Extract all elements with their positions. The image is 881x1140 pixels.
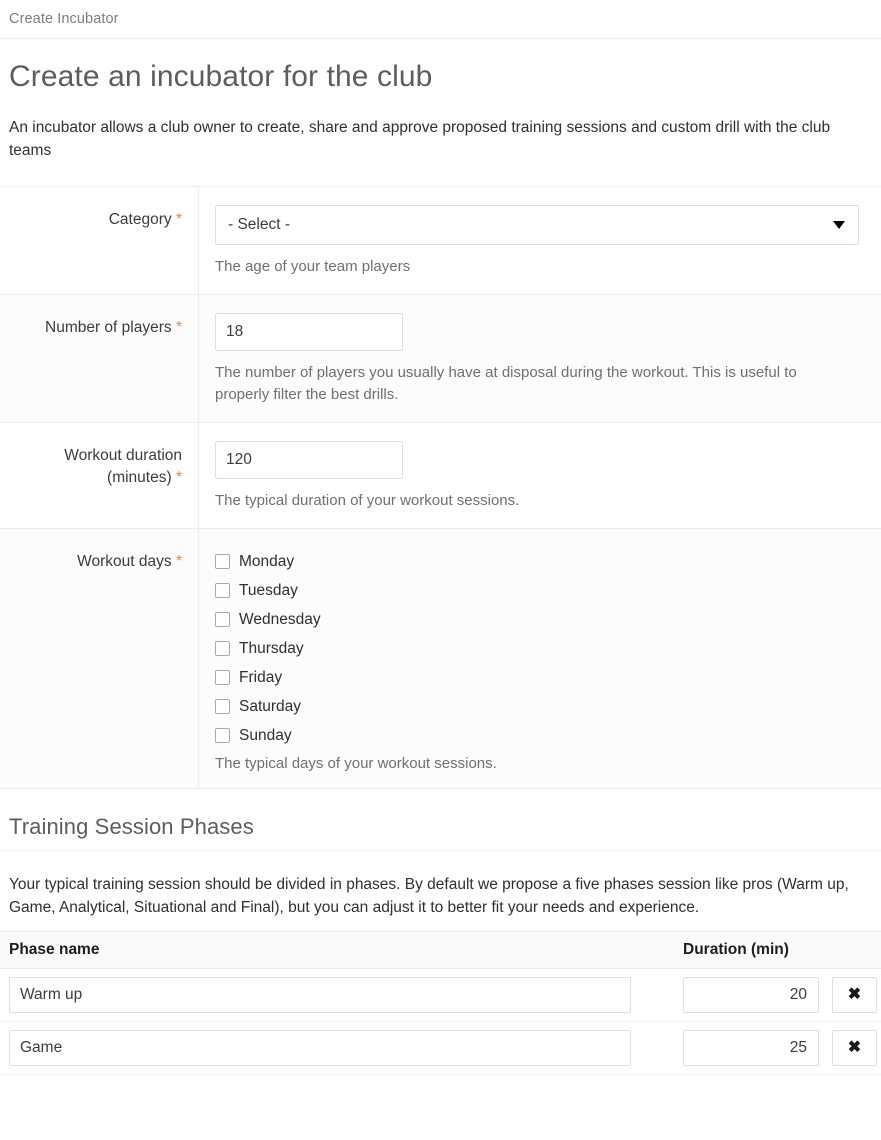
close-icon: ✖ xyxy=(847,986,862,1003)
label-workout-duration-line2: (minutes) xyxy=(107,469,172,486)
label-number-of-players: Number of players * xyxy=(0,294,199,423)
phase-duration-cell xyxy=(669,968,819,1022)
label-workout-days-text: Workout days xyxy=(77,553,172,570)
table-row: ✖ xyxy=(0,968,881,1022)
column-header-duration: Duration (min) xyxy=(669,931,819,969)
phase-name-cell xyxy=(0,1021,669,1075)
checkbox-icon[interactable] xyxy=(215,670,230,685)
phase-name-input[interactable] xyxy=(9,1030,631,1066)
checkbox-icon[interactable] xyxy=(215,583,230,598)
workout-day-label: Sunday xyxy=(239,726,292,744)
page-intro-text: An incubator allows a club owner to crea… xyxy=(9,119,831,159)
label-workout-duration-line1: Workout duration xyxy=(64,447,182,464)
category-select[interactable]: - Select - xyxy=(215,205,859,245)
checkbox-icon[interactable] xyxy=(215,728,230,743)
workout-day-option[interactable]: Monday xyxy=(215,547,859,576)
workout-day-label: Monday xyxy=(239,552,295,570)
workout-day-label: Friday xyxy=(239,668,283,686)
remove-phase-button[interactable]: ✖ xyxy=(832,1030,877,1066)
form-row-number-of-players: Number of players * The number of player… xyxy=(0,294,881,423)
remove-phase-button[interactable]: ✖ xyxy=(832,977,877,1013)
workout-day-option[interactable]: Wednesday xyxy=(215,605,859,634)
category-select-value: - Select - xyxy=(228,216,291,233)
workout-day-option[interactable]: Tuesday xyxy=(215,576,859,605)
phase-name-cell xyxy=(0,968,669,1022)
phases-section-intro: Your typical training session should be … xyxy=(9,876,849,916)
close-icon: ✖ xyxy=(847,1039,862,1056)
workout-day-label: Saturday xyxy=(239,697,302,715)
label-number-of-players-text: Number of players xyxy=(45,319,172,336)
checkbox-icon[interactable] xyxy=(215,641,230,656)
required-asterisk: * xyxy=(175,553,182,570)
category-select-wrapper: - Select - xyxy=(215,205,859,245)
phases-table: Phase name Duration (min) ✖ ✖ xyxy=(0,931,881,1075)
phases-table-header-row: Phase name Duration (min) xyxy=(0,931,881,969)
phase-duration-input[interactable] xyxy=(683,977,819,1013)
required-asterisk: * xyxy=(175,469,182,486)
phases-section-title: Training Session Phases xyxy=(9,814,254,839)
number-of-players-input[interactable] xyxy=(215,313,403,351)
label-category: Category * xyxy=(0,186,199,295)
workout-days-checkbox-group: Monday Tuesday Wednesday Thursday Friday Satu… xyxy=(215,547,859,750)
phases-section-header: Training Session Phases xyxy=(0,789,881,851)
workout-day-option[interactable]: Saturday xyxy=(215,692,859,721)
page-header: Create an incubator for the club An incu… xyxy=(0,39,881,162)
incubator-form: Category * - Select - The age of your te… xyxy=(0,186,881,789)
number-of-players-description: The number of players you usually have a… xyxy=(215,364,797,403)
phase-duration-cell xyxy=(669,1021,819,1075)
checkbox-icon[interactable] xyxy=(215,699,230,714)
phase-actions-cell: ✖ xyxy=(819,968,881,1022)
create-incubator-page: Create Incubator Create an incubator for… xyxy=(0,0,881,1075)
category-description: The age of your team players xyxy=(215,258,411,275)
workout-day-label: Thursday xyxy=(239,639,304,657)
label-workout-days: Workout days * xyxy=(0,528,199,789)
breadcrumb-item-create-incubator[interactable]: Create Incubator xyxy=(9,11,119,27)
required-asterisk: * xyxy=(175,211,182,228)
form-row-workout-days: Workout days * Monday Tuesday Wednesday Thu… xyxy=(0,528,881,789)
column-header-actions xyxy=(819,931,881,969)
page-title: Create an incubator for the club xyxy=(9,60,433,93)
form-row-category: Category * - Select - The age of your te… xyxy=(0,186,881,295)
workout-duration-input[interactable] xyxy=(215,441,403,479)
table-row: ✖ xyxy=(0,1021,881,1075)
workout-day-option[interactable]: Thursday xyxy=(215,634,859,663)
breadcrumb: Create Incubator xyxy=(0,0,881,39)
checkbox-icon[interactable] xyxy=(215,612,230,627)
phase-name-input[interactable] xyxy=(9,977,631,1013)
workout-days-description: The typical days of your workout session… xyxy=(215,755,497,772)
workout-day-option[interactable]: Friday xyxy=(215,663,859,692)
required-asterisk: * xyxy=(175,319,182,336)
checkbox-icon[interactable] xyxy=(215,554,230,569)
workout-duration-description: The typical duration of your workout ses… xyxy=(215,492,520,509)
workout-day-label: Tuesday xyxy=(239,581,298,599)
label-workout-duration: Workout duration (minutes) * xyxy=(0,422,199,529)
label-category-text: Category xyxy=(108,211,172,228)
workout-day-option[interactable]: Sunday xyxy=(215,721,859,750)
phase-actions-cell: ✖ xyxy=(819,1021,881,1075)
workout-day-label: Wednesday xyxy=(239,610,321,628)
form-row-workout-duration: Workout duration (minutes) * The typical… xyxy=(0,422,881,529)
phase-duration-input[interactable] xyxy=(683,1030,819,1066)
column-header-phase-name: Phase name xyxy=(0,931,669,969)
